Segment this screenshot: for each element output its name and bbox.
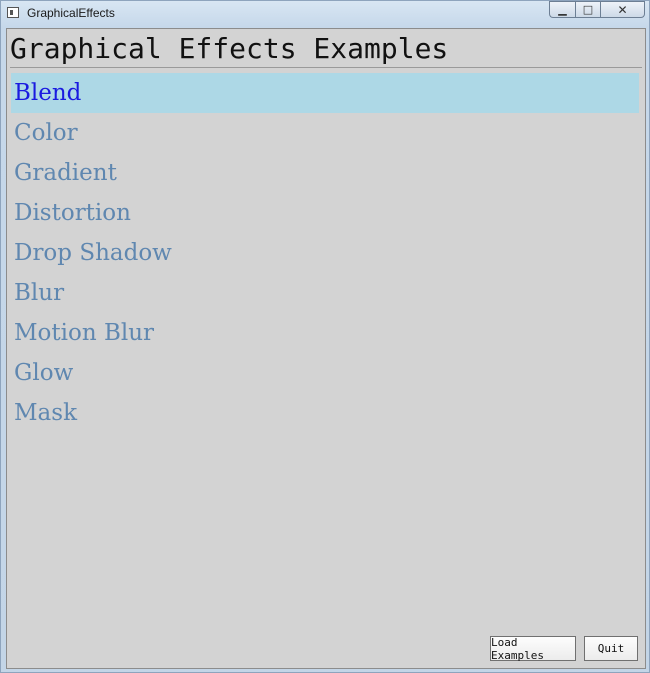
close-button[interactable]: ✕ (600, 1, 645, 18)
app-window: GraphicalEffects ▁ □ ✕ Graphical Effects… (0, 0, 650, 673)
window-controls: ▁ □ ✕ (549, 1, 645, 19)
list-item-drop-shadow[interactable]: Drop Shadow (11, 233, 639, 273)
heading-divider (10, 67, 642, 68)
list-item-glow[interactable]: Glow (11, 353, 639, 393)
maximize-icon: □ (582, 3, 594, 16)
example-list: Blend Color Gradient Distortion Drop Sha… (11, 73, 639, 433)
list-item-mask[interactable]: Mask (11, 393, 639, 433)
minimize-button[interactable]: ▁ (549, 1, 575, 18)
list-item-distortion[interactable]: Distortion (11, 193, 639, 233)
minimize-icon: ▁ (558, 3, 567, 16)
page-title: Graphical Effects Examples (10, 32, 449, 65)
list-item-color[interactable]: Color (11, 113, 639, 153)
client-area: Graphical Effects Examples Blend Color G… (6, 28, 646, 669)
load-examples-button[interactable]: Load Examples (490, 636, 576, 662)
list-item-motion-blur[interactable]: Motion Blur (11, 313, 639, 353)
quit-button[interactable]: Quit (584, 636, 638, 661)
title-bar[interactable]: GraphicalEffects ▁ □ ✕ (1, 1, 649, 27)
list-item-gradient[interactable]: Gradient (11, 153, 639, 193)
list-item-blur[interactable]: Blur (11, 273, 639, 313)
maximize-button[interactable]: □ (575, 1, 600, 18)
window-title: GraphicalEffects (27, 6, 115, 20)
app-window-icon[interactable] (7, 7, 19, 18)
close-icon: ✕ (617, 2, 628, 17)
list-item-blend[interactable]: Blend (11, 73, 639, 113)
